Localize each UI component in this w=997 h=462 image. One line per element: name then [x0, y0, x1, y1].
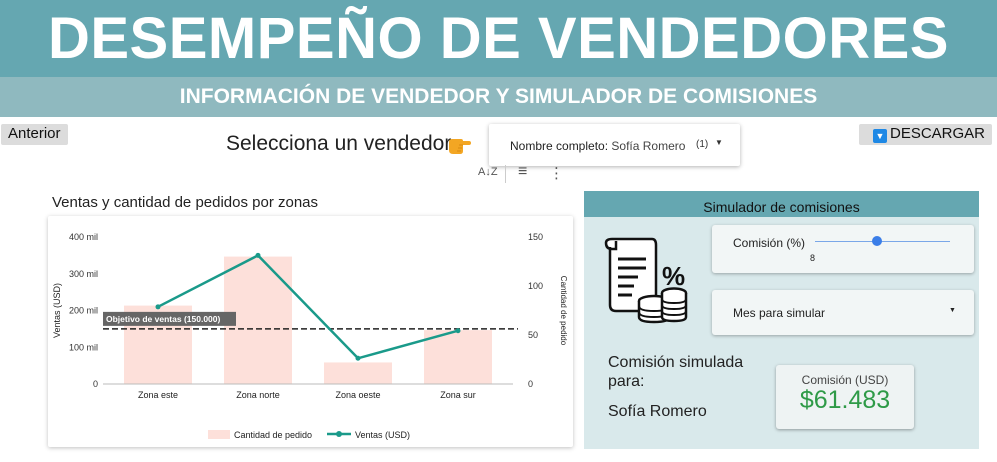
bar-2 — [324, 362, 392, 384]
commission-simulator-panel: Simulador de comisiones % Comisión (%) 8… — [584, 191, 979, 449]
y-left-tick-label: 0 — [93, 379, 98, 389]
toolbar-divider — [505, 165, 506, 183]
commission-slider-value: 8 — [810, 253, 816, 263]
month-dropdown[interactable]: Mes para simular ▼ — [712, 290, 974, 335]
y-left-tick-label: 200 mil — [69, 306, 98, 316]
sales-orders-chart: 0 100 mil 200 mil 300 mil 400 mil 0 50 100 150 Ve… — [52, 232, 568, 440]
kpi-label: Comisión (USD) — [801, 373, 889, 387]
commission-slider-label: Comisión (%) — [733, 236, 806, 250]
legend-bar-swatch — [208, 430, 230, 439]
month-dropdown-label: Mes para simular — [733, 306, 826, 320]
chart-title: Ventas y cantidad de pedidos por zonas — [52, 194, 319, 211]
svg-text:%: % — [662, 261, 685, 291]
select-seller-prompt: Selecciona un vendedor — [226, 132, 452, 155]
simulated-commission-text: Comisión simulada para: — [608, 354, 744, 390]
commission-slider-thumb[interactable] — [872, 236, 883, 246]
commission-slider-card: Comisión (%) 8 — [712, 225, 974, 273]
sort-icon[interactable]: A↓Z — [478, 166, 498, 178]
filter-label: Nombre completo: Sofía Romero — [510, 139, 686, 153]
x-tick-label: Zona este — [138, 390, 178, 400]
y-left-tick-label: 400 mil — [69, 232, 98, 242]
y-left-tick-label: 300 mil — [69, 269, 98, 279]
previous-button[interactable]: Anterior — [1, 124, 68, 145]
simulated-seller-name: Sofía Romero — [608, 403, 707, 420]
y-left-tick-label: 100 mil — [69, 342, 98, 352]
seller-filter-dropdown[interactable]: Nombre completo: Sofía Romero (1) ▼ — [489, 124, 740, 166]
commission-slider-track[interactable] — [815, 241, 950, 242]
download-button[interactable]: ▼ DESCARGAR — [859, 124, 993, 145]
chevron-down-icon: ▼ — [715, 138, 723, 147]
kpi-value: $61.483 — [799, 386, 891, 414]
sales-point-2 — [355, 355, 361, 361]
page-title: DESEMPEÑO DE VENDEDORES — [0, 0, 997, 77]
legend-line-dot — [336, 431, 342, 437]
commission-kpi-card: Comisión (USD) $61.483 — [776, 365, 914, 429]
chevron-down-icon: ▼ — [949, 307, 956, 314]
download-label: DESCARGAR — [890, 125, 986, 142]
x-tick-label: Zona oeste — [335, 390, 380, 400]
y-right-tick-label: 100 — [528, 281, 543, 291]
filter-value: Sofía Romero — [611, 139, 686, 153]
more-options-icon[interactable]: ⋮ — [549, 164, 564, 182]
filter-count: (1) — [696, 139, 709, 150]
sales-point-1 — [255, 252, 261, 258]
download-icon: ▼ — [873, 129, 887, 143]
document-percent-coins-icon: % — [604, 237, 688, 324]
y-left-axis-title: Ventas (USD) — [52, 283, 62, 338]
x-tick-label: Zona norte — [236, 390, 280, 400]
y-right-tick-label: 0 — [528, 379, 533, 389]
simulator-title: Simulador de comisiones — [584, 191, 979, 217]
sales-point-3 — [455, 328, 461, 334]
legend-line-label: Ventas (USD) — [355, 430, 410, 440]
filter-icon[interactable]: ≡ — [518, 163, 527, 181]
page-subtitle: INFORMACIÓN DE VENDEDOR Y SIMULADOR DE C… — [0, 77, 997, 117]
sales-point-0 — [155, 304, 161, 310]
y-right-axis-title: Cantidad de pedido — [559, 276, 568, 346]
y-right-tick-label: 150 — [528, 232, 543, 242]
x-tick-label: Zona sur — [440, 390, 476, 400]
sales-line — [157, 253, 459, 360]
sales-chart-card: 0 100 mil 200 mil 300 mil 400 mil 0 50 100 150 Ve… — [48, 216, 573, 447]
pointing-hand-icon — [449, 139, 471, 154]
y-right-tick-label: 50 — [528, 330, 538, 340]
legend-bar-label: Cantidad de pedido — [234, 430, 312, 440]
target-label: Objetivo de ventas (150.000) — [106, 314, 220, 324]
